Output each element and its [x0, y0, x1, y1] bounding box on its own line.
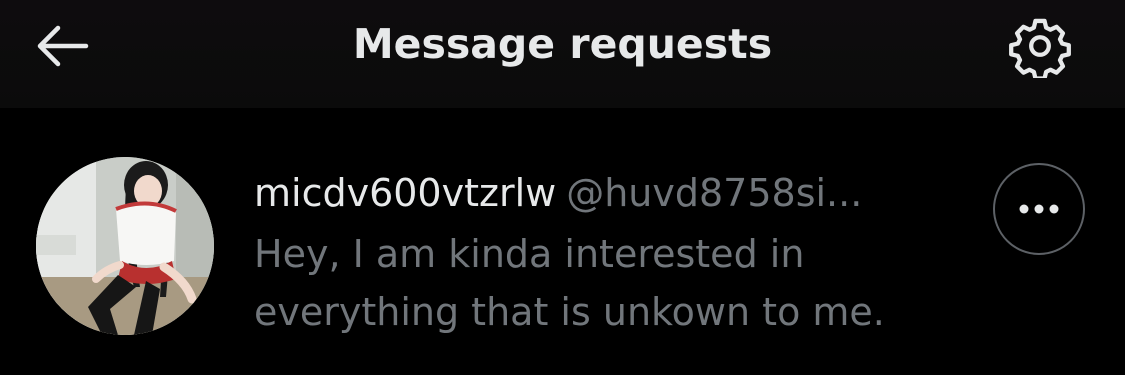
gear-icon	[1009, 18, 1071, 78]
message-preview: Hey, I am kinda interested in everything…	[254, 232, 885, 334]
back-button[interactable]	[28, 18, 96, 74]
arrow-left-icon	[37, 25, 89, 67]
sender-line: micdv600vtzrlw @huvd8758si...	[254, 166, 954, 220]
settings-button[interactable]	[1000, 14, 1080, 78]
more-horizontal-icon	[1019, 204, 1059, 214]
message-request-item[interactable]: micdv600vtzrlw @huvd8758si... Hey, I am k…	[0, 108, 1125, 375]
page-title: Message requests	[352, 20, 773, 68]
sender-handle: @huvd8758si...	[566, 171, 863, 215]
top-bar: Message requests	[0, 0, 1125, 108]
avatar[interactable]	[36, 157, 214, 335]
sender-display-name[interactable]: micdv600vtzrlw	[254, 171, 556, 215]
more-options-button[interactable]	[993, 163, 1085, 255]
